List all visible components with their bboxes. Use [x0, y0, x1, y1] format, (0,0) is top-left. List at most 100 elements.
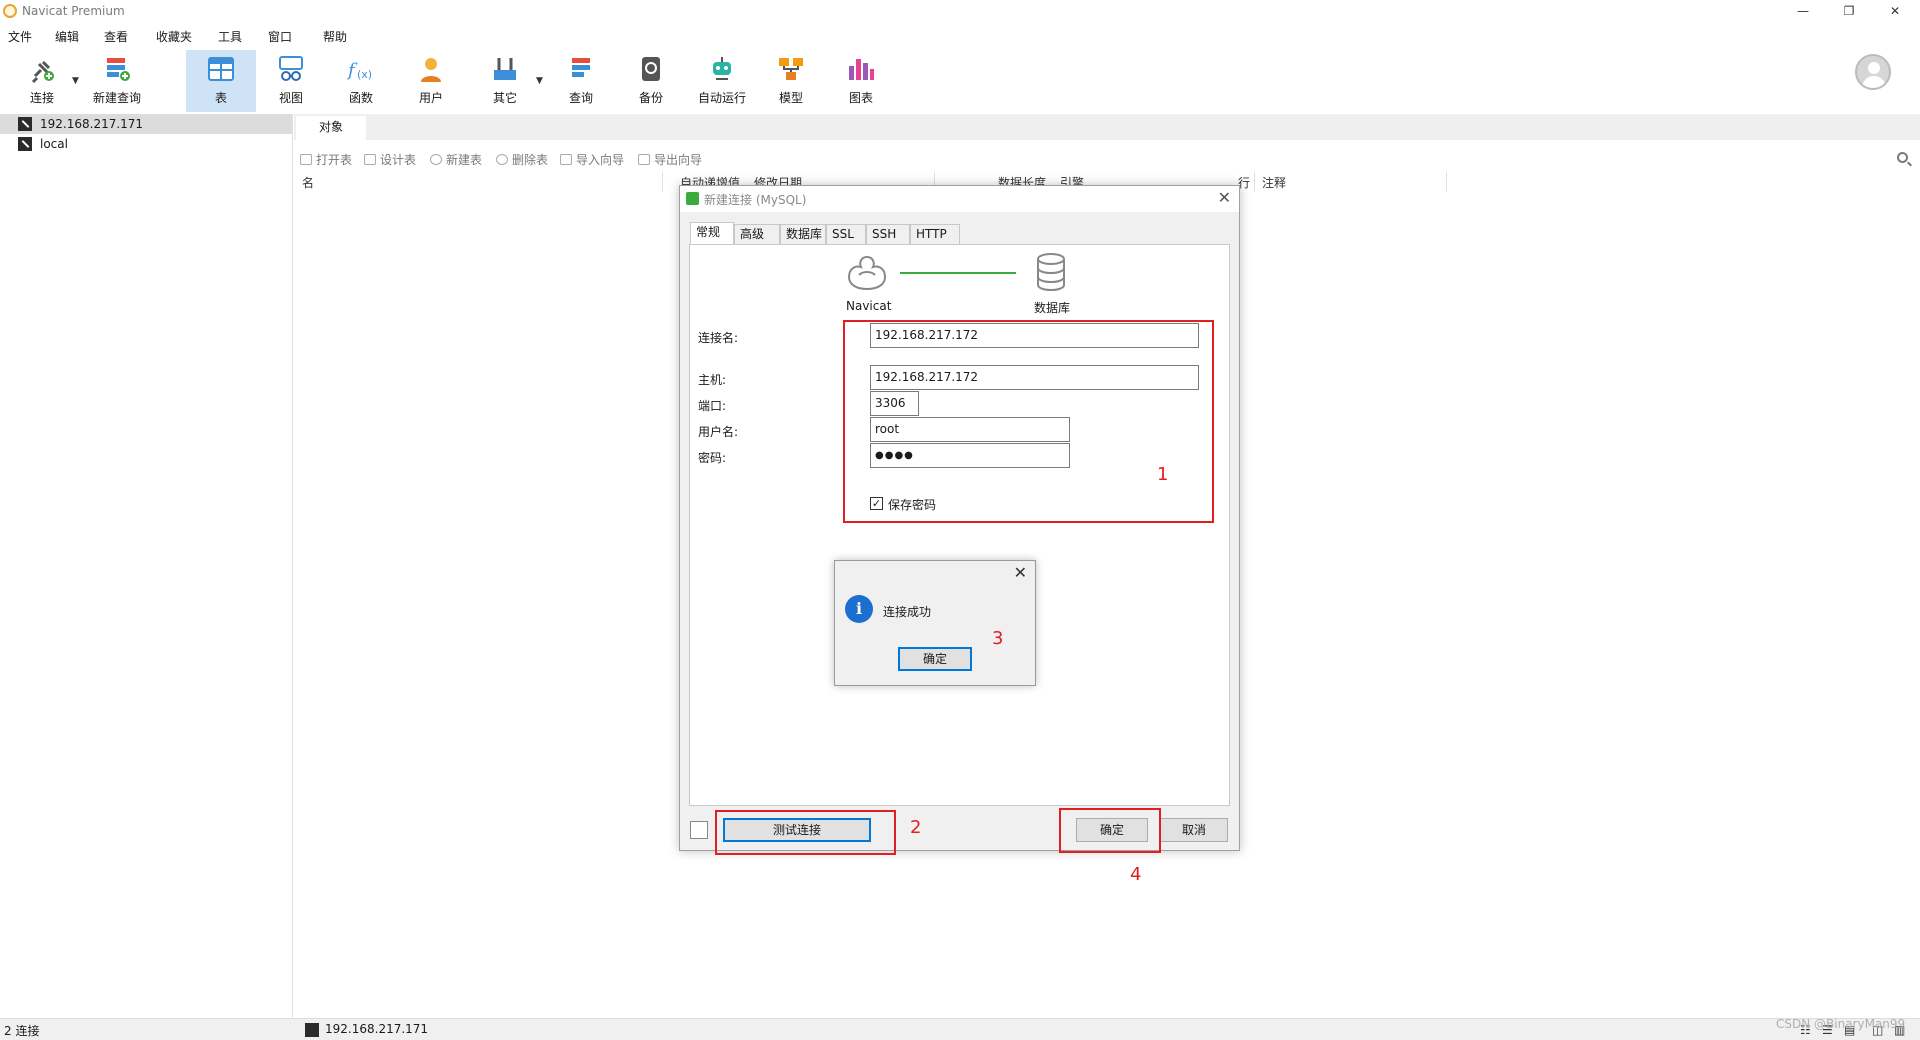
annotation-number-3: 3 [992, 628, 1004, 649]
tool-automation[interactable]: 自动运行 [696, 50, 748, 112]
export-wizard-button[interactable]: 导出向导 [638, 151, 702, 168]
current-connection: 192.168.217.171 [325, 1022, 429, 1036]
tool-model[interactable]: 模型 [770, 50, 812, 112]
annotation-number-2: 2 [910, 817, 922, 838]
import-wizard-button[interactable]: 导入向导 [560, 151, 624, 168]
user-icon [421, 58, 441, 82]
tool-connect[interactable]: 连接 [22, 50, 62, 112]
mysql-connection-icon [686, 192, 699, 205]
tool-query[interactable]: 查询 [560, 50, 602, 112]
menu-edit[interactable]: 编辑 [55, 28, 79, 45]
dialog-title: 新建连接 (MySQL) [704, 193, 807, 207]
tool-other[interactable]: 其它 [484, 50, 526, 112]
connection-icon [18, 117, 32, 131]
edit-url-icon[interactable] [690, 821, 708, 839]
connection-item[interactable]: local [0, 134, 292, 154]
connection-success-dialog: ✕ i 连接成功 确定 [834, 560, 1036, 686]
connection-label: 192.168.217.171 [40, 117, 144, 131]
column-divider [1254, 172, 1255, 192]
navicat-label: Navicat [846, 299, 892, 313]
column-divider [1446, 172, 1447, 192]
navicat-app-icon [3, 4, 17, 18]
connection-line [900, 272, 1016, 274]
open-table-button[interactable]: 打开表 [300, 151, 352, 168]
tool-other-label: 其它 [492, 91, 517, 105]
annotation-box-fields [843, 320, 1214, 523]
tool-query-label: 查询 [568, 91, 593, 105]
new-table-button[interactable]: 新建表 [430, 151, 482, 168]
minimize-button[interactable]: — [1780, 0, 1826, 24]
tab-ssh[interactable]: SSH [866, 224, 910, 244]
database-icon [1037, 253, 1065, 292]
plus-icon [430, 154, 442, 165]
password-label: 密码: [698, 451, 727, 465]
message-ok-button[interactable]: 确定 [898, 647, 972, 671]
menu-bar: 文件 编辑 查看 收藏夹 工具 窗口 帮助 [0, 24, 1920, 46]
port-label: 端口: [698, 399, 727, 413]
connection-tree: 192.168.217.171 local [0, 114, 293, 1018]
tab-general[interactable]: 常规 [690, 222, 734, 245]
connect-dropdown-icon[interactable]: ▼ [72, 76, 79, 86]
connection-item[interactable]: 192.168.217.171 [0, 114, 292, 134]
tools-icon [494, 58, 516, 80]
tab-objects[interactable]: 对象 [296, 116, 366, 140]
minus-icon [496, 154, 508, 165]
navicat-logo-icon [847, 255, 887, 291]
connect-plug-icon [31, 60, 54, 84]
menu-file[interactable]: 文件 [8, 28, 32, 45]
close-icon[interactable]: ✕ [1014, 563, 1027, 582]
delete-table-button[interactable]: 删除表 [496, 151, 548, 168]
col-name[interactable]: 名 [302, 174, 314, 191]
tool-backup[interactable]: 备份 [630, 50, 672, 112]
restore-button[interactable]: ❐ [1826, 0, 1872, 24]
table-icon [208, 57, 234, 81]
tool-table[interactable]: 表 [186, 50, 256, 112]
menu-window[interactable]: 窗口 [268, 28, 292, 45]
cancel-button[interactable]: 取消 [1160, 818, 1228, 842]
object-tab-strip: 对象 [294, 114, 1920, 140]
view-glasses-icon [279, 56, 303, 81]
connection-icon [305, 1023, 319, 1037]
tool-view[interactable]: 视图 [270, 50, 312, 112]
tool-connect-label: 连接 [29, 91, 54, 105]
connection-name-label: 连接名: [698, 331, 739, 345]
backup-icon [642, 57, 660, 81]
menu-favorites[interactable]: 收藏夹 [156, 28, 192, 45]
success-message: 连接成功 [883, 605, 932, 619]
tool-chart[interactable]: 图表 [840, 50, 882, 112]
query-icon [572, 58, 590, 77]
tool-view-label: 视图 [278, 91, 303, 105]
close-window-button[interactable]: ✕ [1872, 0, 1918, 24]
svg-text:(x): (x) [357, 68, 372, 81]
close-icon[interactable]: ✕ [1218, 188, 1231, 207]
tool-table-label: 表 [214, 91, 227, 105]
search-icon[interactable] [1897, 152, 1908, 163]
host-label: 主机: [698, 373, 727, 387]
pencil-icon [364, 154, 376, 165]
export-icon [638, 154, 650, 165]
tool-new-query[interactable]: 新建查询 [90, 50, 144, 112]
tab-advanced[interactable]: 高级 [734, 224, 780, 244]
user-avatar[interactable] [1855, 54, 1891, 90]
menu-view[interactable]: 查看 [104, 28, 128, 45]
object-toolbar: 打开表 设计表 新建表 删除表 导入向导 导出向导 [294, 146, 1920, 170]
tool-model-label: 模型 [778, 91, 803, 105]
design-table-button[interactable]: 设计表 [364, 151, 416, 168]
col-comment[interactable]: 注释 [1262, 174, 1286, 191]
tab-http[interactable]: HTTP [910, 224, 960, 244]
tab-databases[interactable]: 数据库 [780, 224, 826, 244]
folder-icon [300, 154, 312, 165]
menu-tools[interactable]: 工具 [218, 28, 242, 45]
database-label: 数据库 [1034, 301, 1071, 315]
annotation-box-ok [1059, 808, 1161, 853]
dialog-title-bar: 新建连接 (MySQL) ✕ [680, 186, 1239, 212]
column-divider [662, 172, 663, 192]
tool-user[interactable]: 用户 [410, 50, 452, 112]
annotation-number-4: 4 [1130, 864, 1142, 885]
tab-ssl[interactable]: SSL [826, 224, 866, 244]
other-dropdown-icon[interactable]: ▼ [536, 76, 543, 86]
tool-function-label: 函数 [348, 91, 373, 105]
tool-function[interactable]: f (x) 函数 [340, 50, 382, 112]
model-icon [779, 58, 803, 80]
menu-help[interactable]: 帮助 [323, 28, 347, 45]
